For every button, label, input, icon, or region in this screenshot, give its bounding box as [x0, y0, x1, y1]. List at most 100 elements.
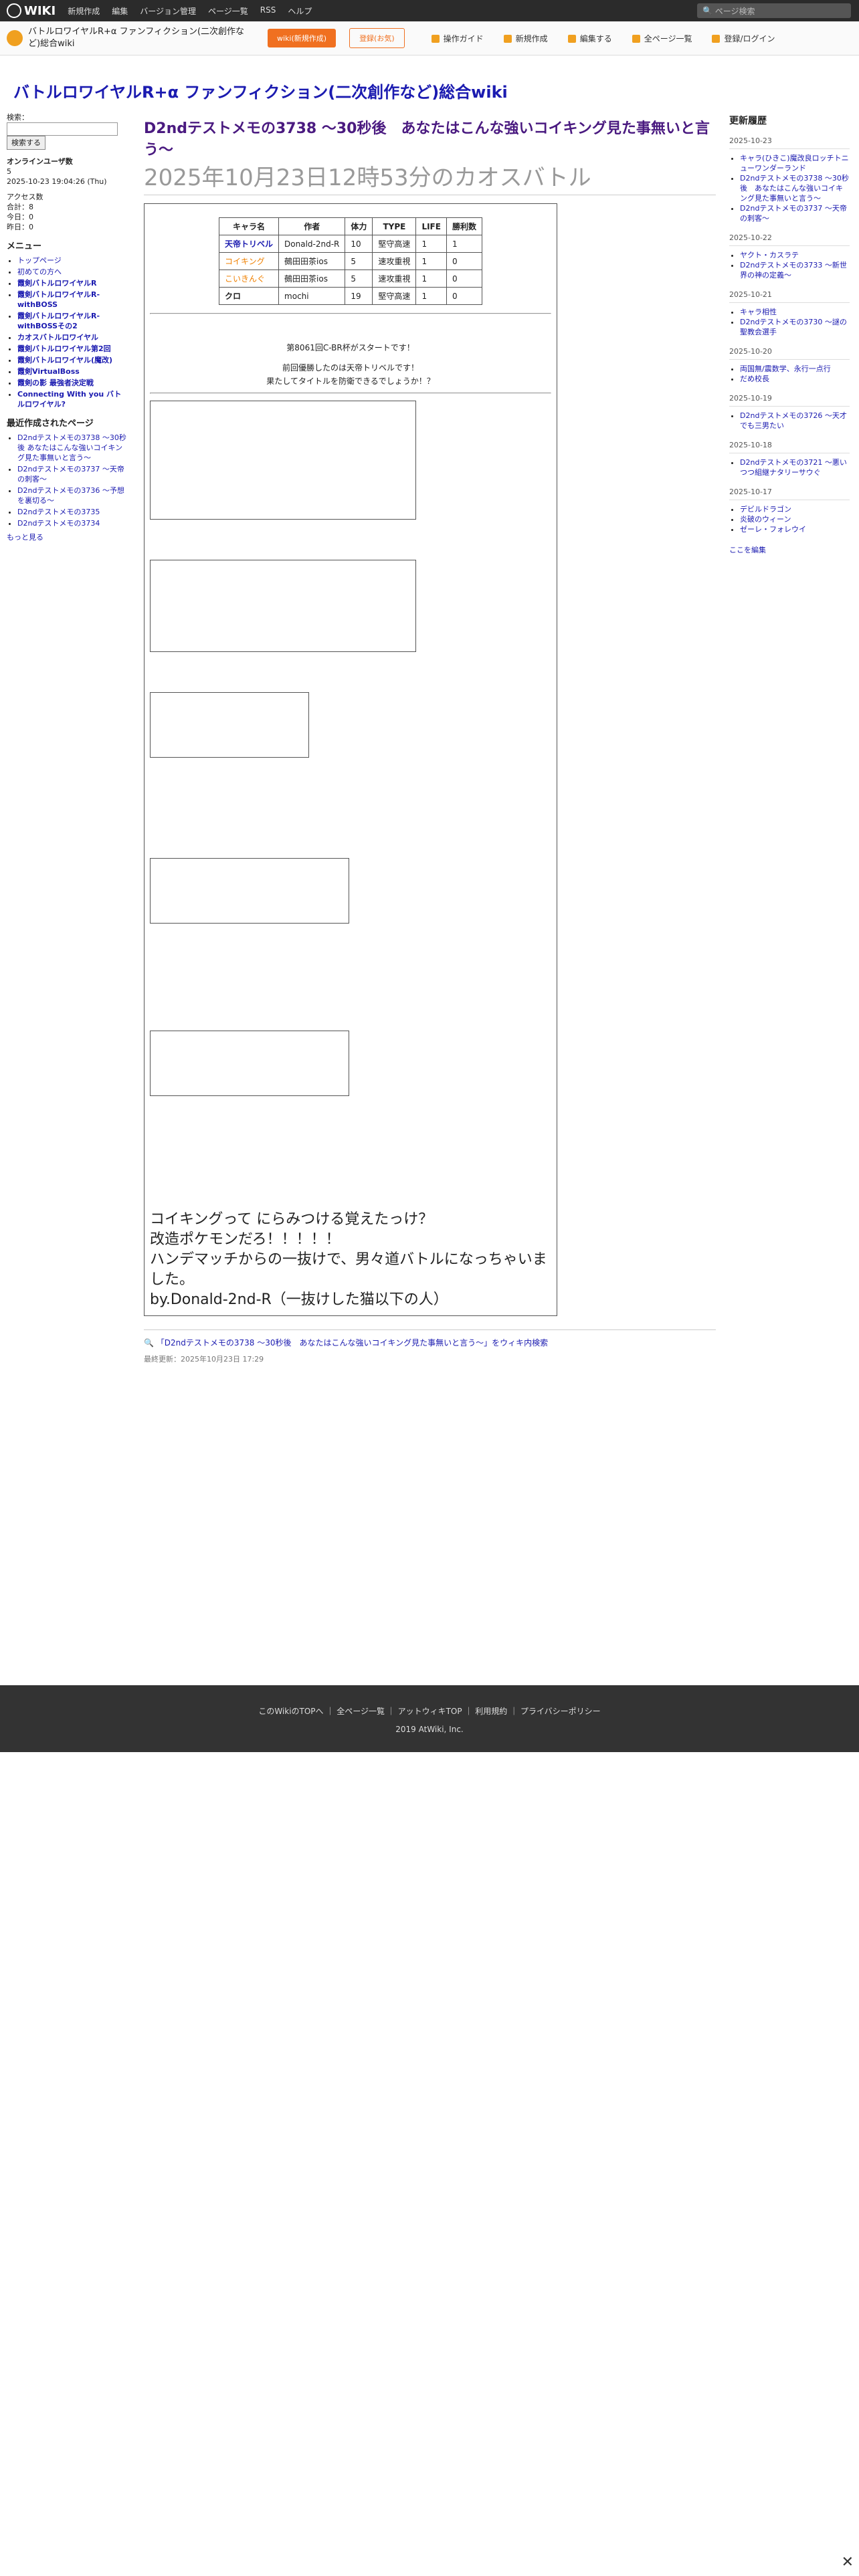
edit-link[interactable]: ここを編集 — [729, 546, 766, 554]
footer-link[interactable]: アットウィキTOP — [398, 1707, 462, 1716]
history-item[interactable]: キャラ(ひきこ)魔改良ロッチトニューワンダーランド — [740, 154, 849, 173]
menu-edit[interactable]: 編集 — [112, 5, 128, 17]
sidebar-search-button[interactable]: 検索する — [7, 136, 45, 150]
nav-pagelist[interactable]: 全ページ一覧 — [632, 33, 692, 44]
history-list: キャラ(ひきこ)魔改良ロッチトニューワンダーランド D2ndテストメモの3738… — [729, 153, 850, 223]
table-header: 体力 — [345, 217, 373, 235]
recent-item[interactable]: D2ndテストメモの3738 ～30秒後 あなたはこんな強いコイキング見た事無い… — [17, 433, 126, 462]
access-title: アクセス数 — [7, 193, 43, 201]
history-item[interactable]: デビルドラゴン — [740, 505, 791, 514]
menu-version[interactable]: バージョン管理 — [140, 5, 196, 17]
history-item[interactable]: D2ndテストメモの3726 ～天才でも三男たい — [740, 411, 847, 430]
history-item[interactable]: 両国無/震数学、永行一点行 — [740, 364, 831, 373]
recent-title: 最近作成されたページ — [7, 419, 94, 429]
sidebar-item[interactable]: 霞剣バトルロワイヤル(魔改) — [17, 356, 112, 364]
history-date: 2025-10-17 — [729, 487, 850, 500]
history-item[interactable]: D2ndテストメモの3721 ～悪いつつ組継ナタリーサウぐ — [740, 458, 847, 477]
wiki-create-button[interactable]: wiki(新規作成) — [268, 29, 337, 47]
sidebar-item[interactable]: 霞剣バトルロワイヤルR-withBOSSその2 — [17, 312, 100, 330]
battle-turn — [150, 559, 416, 652]
nav-guide[interactable]: 操作ガイド — [431, 33, 484, 44]
close-icon[interactable]: ✕ — [842, 2554, 854, 2571]
right-column: 更新履歴 2025-10-23 キャラ(ひきこ)魔改良ロッチトニューワンダーラン… — [729, 112, 850, 555]
history-item[interactable]: D2ndテストメモの3730 ～謎の聖教会選手 — [740, 318, 847, 336]
recent-item[interactable]: D2ndテストメモの3737 ～天帝の刺客～ — [17, 465, 124, 484]
comment-line: コイキングって にらみつける覚えたっけ？ — [150, 1210, 434, 1228]
sidebar-item[interactable]: 霞剣VirtualBoss — [17, 367, 80, 376]
comment-line: 改造ポケモンだろ！！！！！ — [150, 1230, 341, 1248]
access-total: 合計：8 — [7, 203, 33, 211]
sidebar-item[interactable]: 初めての方へ — [17, 267, 62, 276]
menu-help[interactable]: ヘルプ — [288, 5, 312, 17]
table-cell: 堅守高速 — [372, 235, 417, 253]
wiki-search-link[interactable]: 🔍 「D2ndテストメモの3738 ～30秒後 あなたはこんな強いコイキング見た… — [144, 1329, 716, 1348]
plus-icon — [503, 35, 512, 43]
table-header: TYPE — [372, 217, 417, 235]
history-item[interactable]: だめ校長 — [740, 374, 769, 383]
history-item[interactable]: D2ndテストメモの3737 ～天帝の刺客～ — [740, 204, 847, 223]
menu-pagelist[interactable]: ページ一覧 — [208, 5, 248, 17]
footer-link[interactable]: 利用規約 — [475, 1707, 507, 1716]
online-date: 2025-10-23 19:04:26 (Thu) — [7, 177, 107, 186]
search-icon: 🔍 — [702, 6, 715, 15]
history-item[interactable]: ヤクト・カスラテ — [740, 251, 799, 259]
sidebar-item[interactable]: トップページ — [17, 256, 62, 265]
history-item[interactable]: D2ndテストメモの3738 ～30秒後 あなたはこんな強いコイキング見た事無い… — [740, 174, 849, 203]
history-date: 2025-10-23 — [729, 136, 850, 149]
recent-item[interactable]: D2ndテストメモの3736 ～予想を裏切る～ — [17, 486, 124, 505]
menu-rss[interactable]: RSS — [260, 5, 276, 17]
page-search-input[interactable]: 🔍 ページ検索 — [697, 3, 851, 18]
top-menu: 新規作成 編集 バージョン管理 ページ一覧 RSS ヘルプ — [68, 5, 324, 17]
history-item[interactable]: ゼーレ・フォレウイ — [740, 525, 806, 534]
logo-text: WIKI — [24, 3, 56, 18]
battle-turn — [150, 857, 349, 924]
menu-title: メニュー — [7, 241, 42, 251]
history-item[interactable]: キャラ相性 — [740, 308, 777, 316]
history-list: 両国無/震数学、永行一点行 だめ校長 — [729, 364, 850, 384]
sidebar-item[interactable]: 霞剣バトルロワイヤルR-withBOSS — [17, 290, 100, 309]
nav-new[interactable]: 新規作成 — [503, 33, 548, 44]
sidebar-item[interactable]: カオスバトルロワイヤル — [17, 333, 98, 342]
logo-icon — [7, 3, 21, 18]
battle-turn — [150, 1030, 349, 1096]
comment-line: by.Donald-2nd-R（一抜けした猫以下の人） — [150, 1291, 448, 1308]
footer-link[interactable]: このWikiのTOPへ — [258, 1707, 323, 1716]
sidebar-item[interactable]: 霞剣バトルロワイヤル第2回 — [17, 344, 111, 353]
sidebar-search-input[interactable] — [7, 122, 118, 136]
history-list: D2ndテストメモの3721 ～悪いつつ組継ナタリーサウぐ — [729, 457, 850, 477]
history-item[interactable]: D2ndテストメモの3733 ～新世界の神の定義～ — [740, 261, 847, 280]
recent-item[interactable]: D2ndテストメモの3735 — [17, 508, 100, 516]
site-title[interactable]: バトルロワイヤルR+α ファンフィクション(二次創作など)総合wiki — [13, 79, 508, 102]
main-content: D2ndテストメモの3738 ～30秒後 あなたはこんな強いコイキング見た事無い… — [144, 112, 716, 1364]
site-header: バトルロワイヤルR+α ファンフィクション(二次創作など)総合wiki wiki… — [0, 21, 859, 56]
atwiki-logo[interactable]: WIKI — [7, 3, 56, 18]
recent-item[interactable]: D2ndテストメモの3734 — [17, 519, 100, 528]
table-cell: 堅守高速 — [372, 287, 417, 305]
table-cell: 1 — [415, 287, 447, 305]
page-title: D2ndテストメモの3738 ～30秒後 あなたはこんな強いコイキング見た事無い… — [144, 120, 710, 158]
site-badge[interactable]: バトルロワイヤルR+α ファンフィクション(二次創作など)総合wiki — [7, 26, 254, 50]
narration — [150, 1103, 551, 1210]
footer-link[interactable]: 全ページ一覧 — [337, 1707, 385, 1716]
menu-new[interactable]: 新規作成 — [68, 5, 100, 17]
sidebar-item[interactable]: Connecting With you バトルロワイヤル? — [17, 390, 121, 409]
table-cell: 0 — [446, 270, 482, 288]
history-date: 2025-10-19 — [729, 393, 850, 407]
sidebar-item[interactable]: 霞剣の影 最強者決定戦 — [17, 379, 94, 387]
more-link[interactable]: もっと見る — [7, 533, 43, 542]
table-cell: 0 — [446, 252, 482, 270]
table-row: クロ mochi 19 堅守高速 1 0 — [219, 287, 482, 305]
history-date: 2025-10-18 — [729, 440, 850, 453]
battle-log-box: キャラ名 作者 体力 TYPE LIFE 勝利数 天帝トリベル Donald-2n… — [144, 203, 557, 1316]
table-cell: 0 — [446, 287, 482, 305]
sidebar-item[interactable]: 霞剣バトルロワイヤルR — [17, 279, 96, 288]
nav-edit[interactable]: 編集する — [567, 33, 612, 44]
history-item[interactable]: 炎破のウィーン — [740, 515, 791, 524]
left-sidebar: 検索： 検索する オンラインユーザ数 5 2025-10-23 19:04:26… — [7, 112, 127, 542]
footer-link[interactable]: プライバシーポリシー — [520, 1707, 601, 1716]
nav-login[interactable]: 登録/ログイン — [712, 33, 775, 44]
top-navigation-bar: WIKI 新規作成 編集 バージョン管理 ページ一覧 RSS ヘルプ 🔍 ページ… — [0, 0, 859, 21]
header-nav: 操作ガイド 新規作成 編集する 全ページ一覧 登録/ログイン — [431, 33, 795, 44]
table-cell: 5 — [345, 270, 373, 288]
register-button[interactable]: 登録(お気) — [349, 28, 405, 48]
